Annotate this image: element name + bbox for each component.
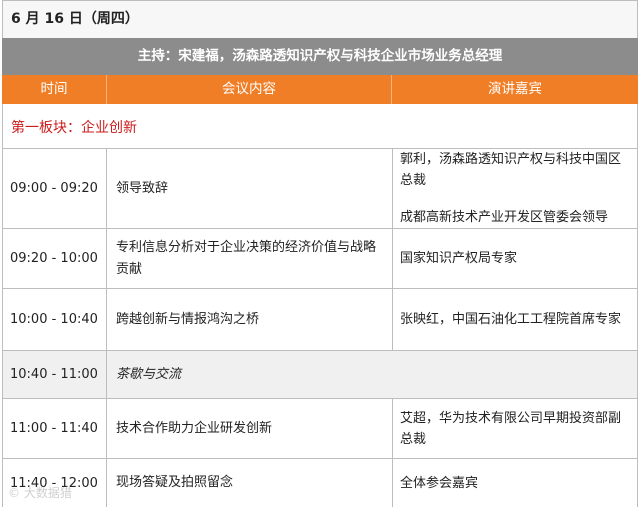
row-content: 茶歇与交流 <box>116 366 182 382</box>
column-header-row: 时间 会议内容 演讲嘉宾 <box>2 75 638 104</box>
row-time: 10:00 - 10:40 <box>3 289 107 350</box>
agenda-row: 11:40 - 12:00 现场答疑及拍照留念 全体参会嘉宾 <box>2 458 638 507</box>
row-time: 10:40 - 11:00 <box>3 351 107 398</box>
row-time: 09:20 - 10:00 <box>3 229 107 288</box>
speaker-line: 张映红，中国石油化工工程院首席专家 <box>400 312 622 327</box>
watermark: © 大数据猎 <box>8 486 72 500</box>
column-header-content: 会议内容 <box>107 75 392 104</box>
agenda-page: 6 月 16 日（周四） 主持：宋建福，汤森路透知识产权与科技企业市场业务总经理… <box>0 0 640 507</box>
agenda-row: 11:00 - 11:40 技术合作助力企业研发创新 艾超，华为技术有限公司早期… <box>2 398 638 458</box>
speaker-line: 艾超，华为技术有限公司早期投资部副总裁 <box>400 410 622 447</box>
column-header-speaker: 演讲嘉宾 <box>488 81 542 97</box>
row-speaker: 国家知识产权局专家 <box>393 229 637 288</box>
row-speaker: 张映红，中国石油化工工程院首席专家 <box>393 289 637 350</box>
row-content: 专利信息分析对于企业决策的经济价值与战略贡献 <box>107 229 393 288</box>
row-content: 现场答疑及拍照留念 <box>107 459 393 507</box>
agenda-row: 10:00 - 10:40 跨越创新与情报鸿沟之桥 张映红，中国石油化工工程院首… <box>2 288 638 350</box>
row-content: 技术合作助力企业研发创新 <box>107 399 393 458</box>
date-header: 6 月 16 日（周四） <box>2 0 638 38</box>
agenda-row: 09:00 - 09:20 领导致辞 郭利，汤森路透知识产权与科技中国区总裁 成… <box>2 148 638 228</box>
row-time: 09:00 - 09:20 <box>3 149 107 228</box>
row-content: 跨越创新与情报鸿沟之桥 <box>107 289 393 350</box>
speaker-line: 郭利，汤森路透知识产权与科技中国区总裁 <box>400 152 622 188</box>
host-banner: 主持：宋建福，汤森路透知识产权与科技企业市场业务总经理 <box>2 38 638 75</box>
section-title: 第一板块：企业创新 <box>2 104 638 148</box>
agenda-row-break: 10:40 - 11:00 茶歇与交流 <box>2 350 638 398</box>
row-speaker: 全体参会嘉宾 <box>393 459 637 507</box>
row-speaker: 艾超，华为技术有限公司早期投资部副总裁 <box>393 399 637 458</box>
speaker-spacer <box>400 191 633 207</box>
row-content: 领导致辞 <box>107 149 393 228</box>
speaker-line: 全体参会嘉宾 <box>400 475 479 491</box>
speaker-line: 国家知识产权局专家 <box>400 251 518 266</box>
column-header-time: 时间 <box>2 75 107 104</box>
row-speaker: 郭利，汤森路透知识产权与科技中国区总裁 成都高新技术产业开发区管委会领导 <box>393 149 637 228</box>
row-time: 11:00 - 11:40 <box>3 399 107 458</box>
speaker-line: 成都高新技术产业开发区管委会领导 <box>400 210 609 225</box>
agenda-row: 09:20 - 10:00 专利信息分析对于企业决策的经济价值与战略贡献 国家知… <box>2 228 638 288</box>
